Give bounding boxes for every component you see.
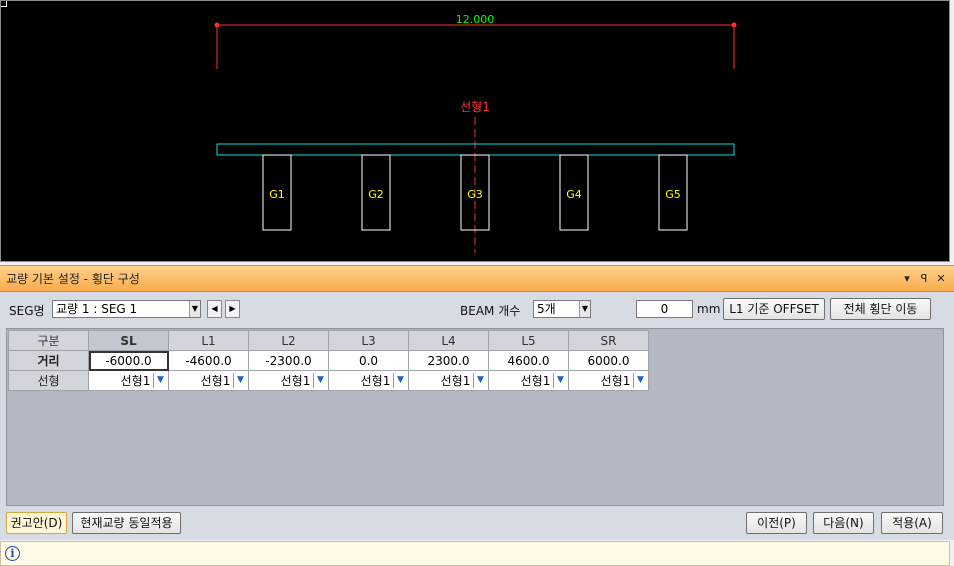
- apply-same-button[interactable]: 현재교량 동일적용: [72, 512, 181, 534]
- girder-label: G4: [566, 188, 582, 201]
- girder-label: G5: [665, 188, 681, 201]
- pin-icon[interactable]: ꟼ: [917, 272, 931, 285]
- beam-count-label: BEAM 개수: [460, 304, 521, 318]
- dropdown-icon[interactable]: ▾: [900, 272, 914, 285]
- chevron-down-icon: ▼: [233, 373, 247, 388]
- chevron-down-icon: ▼: [313, 373, 327, 388]
- alignment-row: 선형 선형1 ▼ 선형1 ▼ 선형1 ▼ 선형1 ▼ 선형1 ▼ 선형1 ▼ 선형1 ▼: [8, 370, 649, 391]
- alignment-label: 선형1: [460, 100, 490, 114]
- alignment-select[interactable]: 선형1 ▼: [408, 370, 489, 391]
- alignment-select[interactable]: 선형1 ▼: [568, 370, 649, 391]
- alignment-value: 선형1: [120, 374, 151, 388]
- alignment-select[interactable]: 선형1 ▼: [328, 370, 409, 391]
- offset-input[interactable]: 0: [636, 300, 693, 318]
- alignment-value: 선형1: [200, 374, 231, 388]
- chevron-down-icon: ▼: [189, 301, 200, 317]
- chevron-down-icon: ▼: [633, 373, 647, 388]
- distance-cell[interactable]: 0.0: [328, 350, 409, 371]
- girder-5: G5: [658, 154, 688, 231]
- cross-section-panel: 교량 기본 설정 - 횡단 구성 ▾ ꟼ ✕ SEG명 교량 1 : SEG 1…: [0, 265, 954, 540]
- prev-button[interactable]: 이전(P): [746, 512, 807, 534]
- chevron-down-icon: ▼: [579, 301, 590, 317]
- alignment-value: 선형1: [440, 374, 471, 388]
- col-header-l5[interactable]: L5: [488, 330, 569, 351]
- girder-label: G3: [467, 188, 483, 201]
- alignment-value: 선형1: [600, 374, 631, 388]
- distance-cell[interactable]: 4600.0: [488, 350, 569, 371]
- col-header-sr[interactable]: SR: [568, 330, 649, 351]
- distance-row: 거리 -6000.0 -4600.0 -2300.0 0.0 2300.0 46…: [8, 350, 649, 371]
- apply-button[interactable]: 적용(A): [881, 512, 943, 534]
- girder-label: G1: [269, 188, 285, 201]
- col-header-l1[interactable]: L1: [168, 330, 249, 351]
- chevron-down-icon: ▼: [393, 373, 407, 388]
- dimension-end-right: [731, 22, 737, 28]
- girder-1: G1: [262, 154, 292, 231]
- row-header-alignment: 선형: [8, 370, 89, 391]
- info-icon[interactable]: i: [5, 546, 20, 561]
- section-grid-area: 구분 SL L1 L2 L3 L4 L5 SR 거리 -6000.0 -4600…: [6, 328, 944, 506]
- move-all-sections-button[interactable]: 전체 횡단 이동: [830, 298, 931, 320]
- dimension-label: 12.000: [456, 13, 495, 26]
- alignment-select[interactable]: 선형1 ▼: [248, 370, 329, 391]
- alignment-select[interactable]: 선형1 ▼: [88, 370, 169, 391]
- seg-label: SEG명: [9, 304, 45, 318]
- distance-cell[interactable]: 2300.0: [408, 350, 489, 371]
- distance-cell[interactable]: -6000.0: [88, 350, 169, 371]
- section-grid: 구분 SL L1 L2 L3 L4 L5 SR 거리 -6000.0 -4600…: [8, 330, 649, 391]
- panel-title: 교량 기본 설정 - 횡단 구성: [6, 272, 140, 286]
- l1-offset-button[interactable]: L1 기준 OFFSET: [723, 298, 825, 320]
- girder-label: G2: [368, 188, 384, 201]
- girder-4: G4: [559, 154, 589, 231]
- distance-cell[interactable]: -4600.0: [168, 350, 249, 371]
- alignment-select[interactable]: 선형1 ▼: [168, 370, 249, 391]
- recommend-button[interactable]: 권고안(D): [6, 512, 67, 534]
- chevron-down-icon: ▼: [473, 373, 487, 388]
- chevron-down-icon: ▼: [153, 373, 167, 388]
- triangle-left-icon: ◀: [211, 304, 218, 313]
- alignment-select[interactable]: 선형1 ▼: [488, 370, 569, 391]
- alignment-value: 선형1: [280, 374, 311, 388]
- col-header-sl[interactable]: SL: [88, 330, 169, 351]
- prev-seg-button[interactable]: ◀: [207, 300, 222, 318]
- alignment-value: 선형1: [360, 374, 391, 388]
- col-header-l3[interactable]: L3: [328, 330, 409, 351]
- panel-toolbar: SEG명 교량 1 : SEG 1 ▼ ◀ ▶ BEAM 개수 5개 ▼ 0 m…: [0, 296, 954, 324]
- beam-count-select[interactable]: 5개 ▼: [533, 300, 591, 318]
- close-icon[interactable]: ✕: [934, 272, 948, 285]
- row-header-distance: 거리: [8, 350, 89, 371]
- alignment-value: 선형1: [520, 374, 551, 388]
- seg-select-value: 교량 1 : SEG 1: [56, 302, 138, 316]
- beam-count-value: 5개: [537, 302, 556, 316]
- cad-canvas[interactable]: 12.000 선형1 G1 G2 G3 G4 G5: [0, 0, 950, 262]
- cross-section-drawing: 12.000 선형1 G1 G2 G3 G4 G5: [214, 13, 737, 253]
- distance-cell[interactable]: -2300.0: [248, 350, 329, 371]
- next-button[interactable]: 다음(N): [813, 512, 874, 534]
- offset-unit: mm: [697, 302, 721, 316]
- chevron-down-icon: ▼: [553, 373, 567, 388]
- seg-select[interactable]: 교량 1 : SEG 1 ▼: [52, 300, 201, 318]
- grid-header-row: 구분 SL L1 L2 L3 L4 L5 SR: [8, 330, 649, 351]
- next-seg-button[interactable]: ▶: [225, 300, 240, 318]
- triangle-right-icon: ▶: [229, 304, 236, 313]
- panel-footer: 권고안(D) 현재교량 동일적용 이전(P) 다음(N) 적용(A): [0, 512, 954, 538]
- status-bar: i: [0, 541, 950, 566]
- dimension-end-left: [214, 22, 220, 28]
- panel-header: 교량 기본 설정 - 횡단 구성 ▾ ꟼ ✕: [0, 266, 954, 292]
- distance-cell[interactable]: 6000.0: [568, 350, 649, 371]
- grid-corner: 구분: [8, 330, 89, 351]
- col-header-l4[interactable]: L4: [408, 330, 489, 351]
- girder-2: G2: [361, 154, 391, 231]
- col-header-l2[interactable]: L2: [248, 330, 329, 351]
